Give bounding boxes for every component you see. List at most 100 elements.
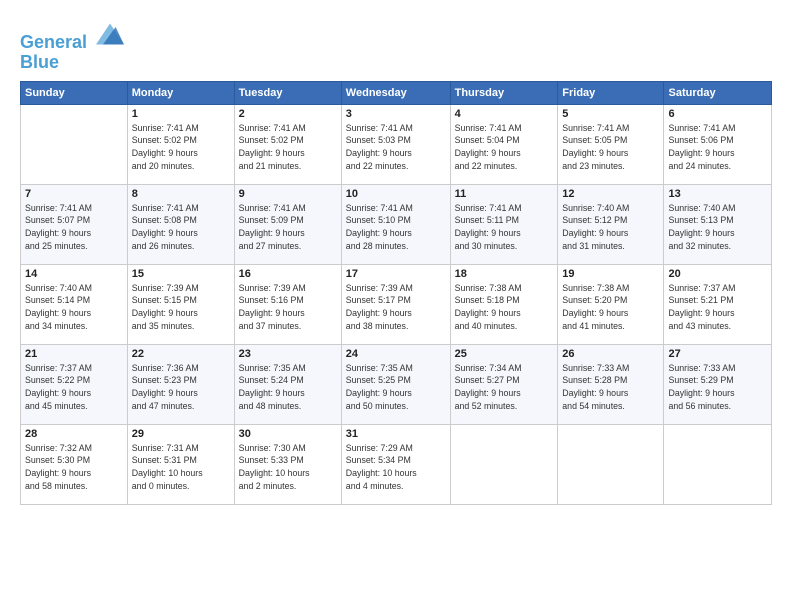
day-number: 8 [132,188,230,200]
calendar-cell: 22 Sunrise: 7:36 AMSunset: 5:23 PMDayligh… [127,344,234,424]
day-number: 18 [455,268,554,280]
day-number: 12 [562,188,659,200]
day-info: Sunrise: 7:39 AMSunset: 5:17 PMDaylight:… [346,282,446,333]
day-info: Sunrise: 7:41 AMSunset: 5:06 PMDaylight:… [668,122,767,173]
day-info: Sunrise: 7:32 AMSunset: 5:30 PMDaylight:… [25,442,123,493]
calendar-cell: 17 Sunrise: 7:39 AMSunset: 5:17 PMDayligh… [341,264,450,344]
weekday-header-thursday: Thursday [450,81,558,104]
day-info: Sunrise: 7:38 AMSunset: 5:20 PMDaylight:… [562,282,659,333]
day-info: Sunrise: 7:31 AMSunset: 5:31 PMDaylight:… [132,442,230,493]
day-info: Sunrise: 7:37 AMSunset: 5:21 PMDaylight:… [668,282,767,333]
day-info: Sunrise: 7:29 AMSunset: 5:34 PMDaylight:… [346,442,446,493]
day-number: 4 [455,108,554,120]
day-info: Sunrise: 7:36 AMSunset: 5:23 PMDaylight:… [132,362,230,413]
calendar-cell: 28 Sunrise: 7:32 AMSunset: 5:30 PMDayligh… [21,424,128,504]
day-number: 16 [239,268,337,280]
day-number: 30 [239,428,337,440]
day-number: 28 [25,428,123,440]
day-info: Sunrise: 7:40 AMSunset: 5:12 PMDaylight:… [562,202,659,253]
page: General Blue SundayMondayTuesdayWednesda… [0,0,792,612]
day-number: 29 [132,428,230,440]
calendar-cell: 21Sunrise: 7:37 AMSunset: 5:22 PMDayligh… [21,344,128,424]
calendar-cell: 26 Sunrise: 7:33 AMSunset: 5:28 PMDayligh… [558,344,664,424]
calendar-cell [558,424,664,504]
weekday-header-monday: Monday [127,81,234,104]
day-number: 10 [346,188,446,200]
calendar-cell: 30 Sunrise: 7:30 AMSunset: 5:33 PMDayligh… [234,424,341,504]
day-number: 2 [239,108,337,120]
day-info: Sunrise: 7:41 AMSunset: 5:04 PMDaylight:… [455,122,554,173]
calendar-cell: 19 Sunrise: 7:38 AMSunset: 5:20 PMDayligh… [558,264,664,344]
calendar-cell: 23 Sunrise: 7:35 AMSunset: 5:24 PMDayligh… [234,344,341,424]
calendar-cell: 31 Sunrise: 7:29 AMSunset: 5:34 PMDayligh… [341,424,450,504]
day-info: Sunrise: 7:40 AMSunset: 5:14 PMDaylight:… [25,282,123,333]
calendar-week-row: 7Sunrise: 7:41 AMSunset: 5:07 PMDaylight… [21,184,772,264]
weekday-header-tuesday: Tuesday [234,81,341,104]
day-info: Sunrise: 7:40 AMSunset: 5:13 PMDaylight:… [668,202,767,253]
calendar-week-row: 21Sunrise: 7:37 AMSunset: 5:22 PMDayligh… [21,344,772,424]
weekday-header-friday: Friday [558,81,664,104]
day-number: 6 [668,108,767,120]
calendar-cell: 6 Sunrise: 7:41 AMSunset: 5:06 PMDaylight… [664,104,772,184]
calendar-week-row: 1Sunrise: 7:41 AMSunset: 5:02 PMDaylight… [21,104,772,184]
calendar-week-row: 28 Sunrise: 7:32 AMSunset: 5:30 PMDayligh… [21,424,772,504]
day-number: 3 [346,108,446,120]
day-number: 14 [25,268,123,280]
calendar-cell [21,104,128,184]
day-number: 22 [132,348,230,360]
day-number: 23 [239,348,337,360]
calendar-cell: 3 Sunrise: 7:41 AMSunset: 5:03 PMDaylight… [341,104,450,184]
calendar-week-row: 14 Sunrise: 7:40 AMSunset: 5:14 PMDayligh… [21,264,772,344]
day-number: 19 [562,268,659,280]
day-number: 20 [668,268,767,280]
calendar-cell: 1Sunrise: 7:41 AMSunset: 5:02 PMDaylight… [127,104,234,184]
day-info: Sunrise: 7:38 AMSunset: 5:18 PMDaylight:… [455,282,554,333]
calendar-cell: 20 Sunrise: 7:37 AMSunset: 5:21 PMDayligh… [664,264,772,344]
day-info: Sunrise: 7:39 AMSunset: 5:15 PMDaylight:… [132,282,230,333]
weekday-header-sunday: Sunday [21,81,128,104]
day-info: Sunrise: 7:41 AMSunset: 5:02 PMDaylight:… [239,122,337,173]
calendar-cell: 11 Sunrise: 7:41 AMSunset: 5:11 PMDayligh… [450,184,558,264]
header: General Blue [20,16,772,73]
logo: General Blue [20,20,124,73]
calendar-cell: 10 Sunrise: 7:41 AMSunset: 5:10 PMDayligh… [341,184,450,264]
calendar-cell [450,424,558,504]
day-number: 21 [25,348,123,360]
day-number: 31 [346,428,446,440]
calendar-cell: 25Sunrise: 7:34 AMSunset: 5:27 PMDayligh… [450,344,558,424]
day-info: Sunrise: 7:41 AMSunset: 5:07 PMDaylight:… [25,202,123,253]
logo-icon [96,20,124,48]
calendar-cell: 27 Sunrise: 7:33 AMSunset: 5:29 PMDayligh… [664,344,772,424]
day-number: 27 [668,348,767,360]
calendar-cell: 29 Sunrise: 7:31 AMSunset: 5:31 PMDayligh… [127,424,234,504]
day-info: Sunrise: 7:41 AMSunset: 5:03 PMDaylight:… [346,122,446,173]
day-number: 17 [346,268,446,280]
calendar-cell: 4 Sunrise: 7:41 AMSunset: 5:04 PMDaylight… [450,104,558,184]
day-info: Sunrise: 7:41 AMSunset: 5:11 PMDaylight:… [455,202,554,253]
day-info: Sunrise: 7:33 AMSunset: 5:28 PMDaylight:… [562,362,659,413]
calendar-cell: 12 Sunrise: 7:40 AMSunset: 5:12 PMDayligh… [558,184,664,264]
calendar-cell: 24 Sunrise: 7:35 AMSunset: 5:25 PMDayligh… [341,344,450,424]
calendar-table: SundayMondayTuesdayWednesdayThursdayFrid… [20,81,772,505]
day-info: Sunrise: 7:34 AMSunset: 5:27 PMDaylight:… [455,362,554,413]
calendar-cell: 18 Sunrise: 7:38 AMSunset: 5:18 PMDayligh… [450,264,558,344]
calendar-cell: 2 Sunrise: 7:41 AMSunset: 5:02 PMDaylight… [234,104,341,184]
calendar-cell: 7Sunrise: 7:41 AMSunset: 5:07 PMDaylight… [21,184,128,264]
day-info: Sunrise: 7:39 AMSunset: 5:16 PMDaylight:… [239,282,337,333]
calendar-cell: 14 Sunrise: 7:40 AMSunset: 5:14 PMDayligh… [21,264,128,344]
calendar-cell [664,424,772,504]
day-info: Sunrise: 7:41 AMSunset: 5:10 PMDaylight:… [346,202,446,253]
weekday-header-saturday: Saturday [664,81,772,104]
day-info: Sunrise: 7:35 AMSunset: 5:25 PMDaylight:… [346,362,446,413]
day-number: 24 [346,348,446,360]
day-number: 9 [239,188,337,200]
day-number: 13 [668,188,767,200]
day-number: 26 [562,348,659,360]
calendar-cell: 9Sunrise: 7:41 AMSunset: 5:09 PMDaylight… [234,184,341,264]
day-info: Sunrise: 7:33 AMSunset: 5:29 PMDaylight:… [668,362,767,413]
day-info: Sunrise: 7:35 AMSunset: 5:24 PMDaylight:… [239,362,337,413]
day-number: 15 [132,268,230,280]
day-number: 11 [455,188,554,200]
day-info: Sunrise: 7:30 AMSunset: 5:33 PMDaylight:… [239,442,337,493]
calendar-cell: 15 Sunrise: 7:39 AMSunset: 5:15 PMDayligh… [127,264,234,344]
